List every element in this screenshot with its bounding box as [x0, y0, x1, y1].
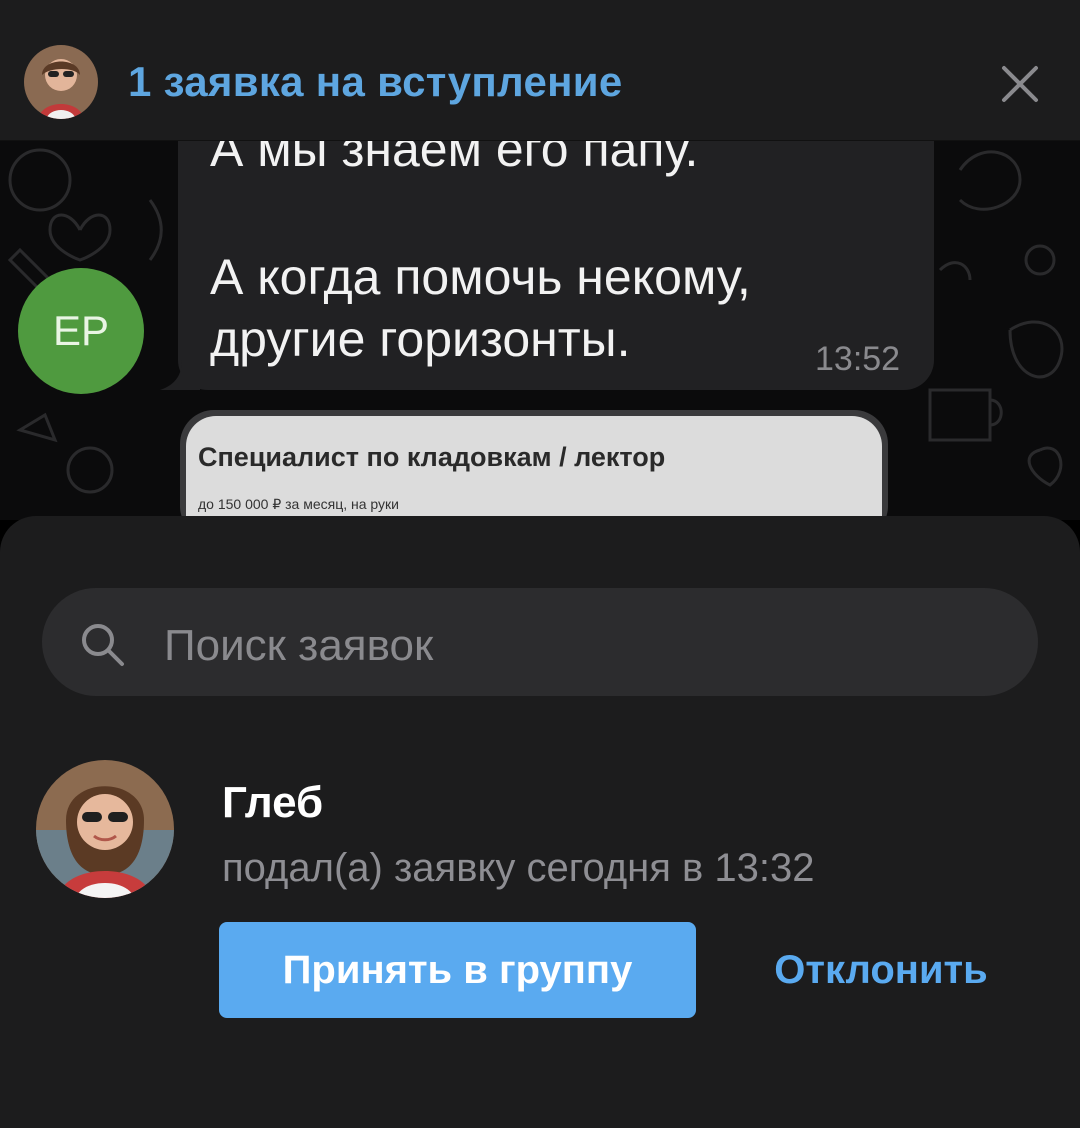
- requester-avatar[interactable]: [36, 760, 174, 898]
- search-input[interactable]: [162, 610, 1006, 682]
- search-icon: [82, 624, 124, 666]
- banner-title: 1 заявка на вступление: [128, 58, 623, 105]
- requester-name: Глеб: [222, 778, 324, 827]
- message-text-line: А когда помочь некому,: [210, 249, 751, 305]
- user-photo-avatar: [24, 45, 98, 119]
- request-timestamp: подал(а) заявку сегодня в 13:32: [222, 846, 815, 890]
- message-text-line: другие горизонты.: [210, 311, 631, 367]
- preview-subtitle: до 150 000 ₽ за месяц, на руки: [198, 496, 400, 512]
- sender-avatar[interactable]: ЕР: [18, 268, 144, 394]
- decline-button[interactable]: Отклонить: [740, 922, 1022, 1018]
- message-time: 13:52: [815, 340, 901, 378]
- preview-title: Специалист по кладовкам / лектор: [198, 442, 666, 472]
- join-requests-banner[interactable]: 1 заявка на вступление: [0, 0, 1080, 141]
- accept-button[interactable]: Принять в группу: [219, 922, 696, 1018]
- close-icon[interactable]: [992, 56, 1048, 112]
- sender-initials: ЕР: [52, 307, 110, 354]
- message-bubble-tail: [160, 360, 200, 390]
